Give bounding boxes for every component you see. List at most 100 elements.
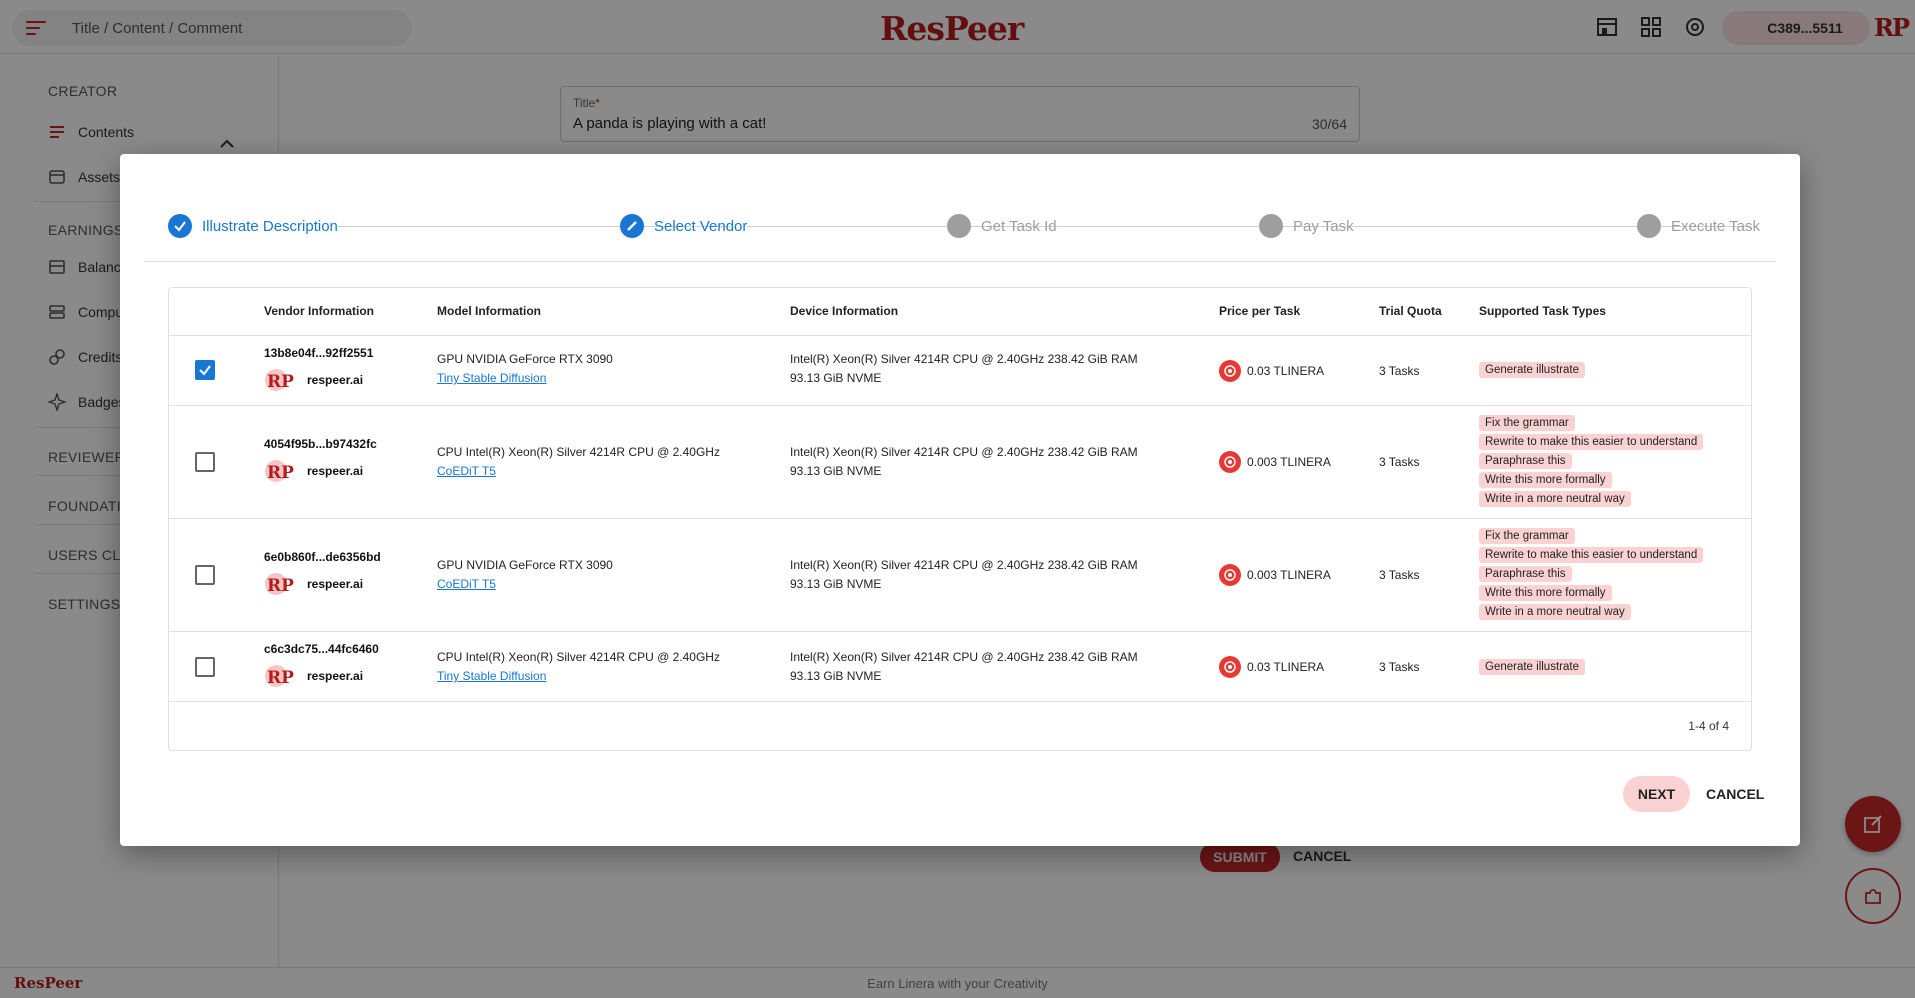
select-vendor-dialog: Illustrate Description Select Vendor Get…: [120, 154, 1800, 846]
trial-quota: 3 Tasks: [1379, 455, 1420, 469]
pagination-info: 1-4 of 4: [1688, 719, 1729, 733]
step-label: Select Vendor: [654, 217, 748, 235]
vendor-id: 13b8e04f...92ff2551: [264, 346, 374, 360]
model-hardware: GPU NVIDIA GeForce RTX 3090: [437, 352, 613, 366]
price-value: 0.03 TLINERA: [1247, 660, 1325, 674]
step-label: Illustrate Description: [202, 217, 338, 235]
model-name-link[interactable]: Tiny Stable Diffusion: [437, 371, 546, 385]
vendor-logo-icon: RP: [265, 460, 294, 483]
svg-text:RP: RP: [267, 463, 294, 483]
task-chip: Write in a more neutral way: [1479, 604, 1631, 620]
step-select-vendor[interactable]: Select Vendor: [620, 214, 747, 238]
task-chip: Paraphrase this: [1479, 453, 1572, 469]
model-hardware: CPU Intel(R) Xeon(R) Silver 4214R CPU @ …: [437, 445, 720, 459]
column-header[interactable]: Price per Task: [1219, 304, 1300, 318]
task-chip: Generate illustrate: [1479, 659, 1585, 675]
pencil-icon: [620, 214, 644, 238]
price-value: 0.003 TLINERA: [1247, 568, 1331, 582]
row-checkbox[interactable]: [195, 565, 215, 585]
table-row[interactable]: 6e0b860f...de6356bd RP respeer.ai GPU NV…: [169, 519, 1751, 632]
vendor-name: respeer.ai: [307, 669, 364, 683]
vendor-name: respeer.ai: [307, 577, 364, 591]
row-checkbox[interactable]: [195, 452, 215, 472]
column-header[interactable]: Vendor Information: [264, 304, 374, 318]
model-hardware: CPU Intel(R) Xeon(R) Silver 4214R CPU @ …: [437, 650, 720, 664]
check-icon: [199, 365, 211, 376]
trial-quota: 3 Tasks: [1379, 568, 1420, 582]
price: 0.03 TLINERA: [1219, 360, 1324, 382]
row-checkbox[interactable]: [195, 360, 215, 380]
task-chip: Rewrite to make this easier to understan…: [1479, 547, 1704, 563]
column-header[interactable]: Device Information: [790, 304, 898, 318]
linera-coin-icon: [1219, 451, 1241, 473]
table-header: Vendor Information Model Information Dev…: [169, 288, 1751, 336]
check-icon: [168, 214, 192, 238]
vendor-id: c6c3dc75...44fc6460: [264, 642, 379, 656]
divider: [144, 261, 1776, 262]
model-hardware: GPU NVIDIA GeForce RTX 3090: [437, 558, 613, 572]
price: 0.03 TLINERA: [1219, 656, 1324, 678]
vendor-logo-icon: RP: [265, 665, 294, 688]
step-label: Pay Task: [1293, 217, 1354, 235]
linera-coin-icon: [1219, 360, 1241, 382]
svg-text:RP: RP: [267, 668, 294, 688]
task-chip: Generate illustrate: [1479, 362, 1585, 378]
device-info: Intel(R) Xeon(R) Silver 4214R CPU @ 2.40…: [790, 352, 1138, 366]
column-header[interactable]: Model Information: [437, 304, 541, 318]
price: 0.003 TLINERA: [1219, 564, 1331, 586]
device-info: Intel(R) Xeon(R) Silver 4214R CPU @ 2.40…: [790, 558, 1138, 572]
step-label: Get Task Id: [981, 217, 1057, 235]
step-get-task-id[interactable]: Get Task Id: [947, 214, 1057, 238]
vendor-logo-icon: RP: [265, 369, 294, 392]
step-pending-icon: [1637, 214, 1661, 238]
task-chip: Write in a more neutral way: [1479, 491, 1631, 507]
step-pending-icon: [947, 214, 971, 238]
task-types: Generate illustrate: [1479, 362, 1585, 378]
task-types: Fix the grammar Rewrite to make this eas…: [1479, 415, 1704, 507]
column-header[interactable]: Supported Task Types: [1479, 304, 1606, 318]
task-chip: Rewrite to make this easier to understan…: [1479, 434, 1704, 450]
trial-quota: 3 Tasks: [1379, 364, 1420, 378]
device-storage: 93.13 GiB NVME: [790, 577, 882, 591]
step-pending-icon: [1259, 214, 1283, 238]
row-checkbox[interactable]: [195, 657, 215, 677]
table-row[interactable]: 13b8e04f...92ff2551 RP respeer.ai GPU NV…: [169, 336, 1751, 406]
device-info: Intel(R) Xeon(R) Silver 4214R CPU @ 2.40…: [790, 650, 1138, 664]
vendor-id: 6e0b860f...de6356bd: [264, 550, 381, 564]
task-chip: Write this more formally: [1479, 585, 1612, 601]
vendor-logo-icon: RP: [265, 573, 294, 596]
vendor-name: respeer.ai: [307, 373, 364, 387]
model-name-link[interactable]: CoEDiT T5: [437, 577, 496, 591]
price-value: 0.003 TLINERA: [1247, 455, 1331, 469]
stepper: Illustrate Description Select Vendor Get…: [120, 154, 1800, 262]
task-chip: Fix the grammar: [1479, 528, 1575, 544]
step-pay-task[interactable]: Pay Task: [1259, 214, 1354, 238]
task-types: Fix the grammar Rewrite to make this eas…: [1479, 528, 1704, 620]
model-name-link[interactable]: CoEDiT T5: [437, 464, 496, 478]
price: 0.003 TLINERA: [1219, 451, 1331, 473]
vendor-id: 4054f95b...b97432fc: [264, 437, 377, 451]
linera-coin-icon: [1219, 656, 1241, 678]
price-value: 0.03 TLINERA: [1247, 364, 1325, 378]
vendor-table: Vendor Information Model Information Dev…: [168, 287, 1752, 751]
device-storage: 93.13 GiB NVME: [790, 371, 882, 385]
trial-quota: 3 Tasks: [1379, 660, 1420, 674]
cancel-button[interactable]: CANCEL: [1706, 786, 1764, 802]
vendor-name: respeer.ai: [307, 464, 364, 478]
model-name-link[interactable]: Tiny Stable Diffusion: [437, 669, 546, 683]
device-storage: 93.13 GiB NVME: [790, 669, 882, 683]
task-chip: Paraphrase this: [1479, 566, 1572, 582]
step-illustrate-description[interactable]: Illustrate Description: [168, 214, 338, 238]
step-execute-task[interactable]: Execute Task: [1637, 214, 1760, 238]
svg-text:RP: RP: [267, 372, 294, 392]
svg-text:RP: RP: [267, 576, 294, 596]
table-row[interactable]: 4054f95b...b97432fc RP respeer.ai CPU In…: [169, 406, 1751, 519]
task-types: Generate illustrate: [1479, 659, 1585, 675]
device-info: Intel(R) Xeon(R) Silver 4214R CPU @ 2.40…: [790, 445, 1138, 459]
next-button[interactable]: NEXT: [1623, 776, 1690, 812]
task-chip: Write this more formally: [1479, 472, 1612, 488]
column-header[interactable]: Trial Quota: [1379, 304, 1442, 318]
step-label: Execute Task: [1671, 217, 1760, 235]
table-row[interactable]: c6c3dc75...44fc6460 RP respeer.ai CPU In…: [169, 632, 1751, 702]
task-chip: Fix the grammar: [1479, 415, 1575, 431]
